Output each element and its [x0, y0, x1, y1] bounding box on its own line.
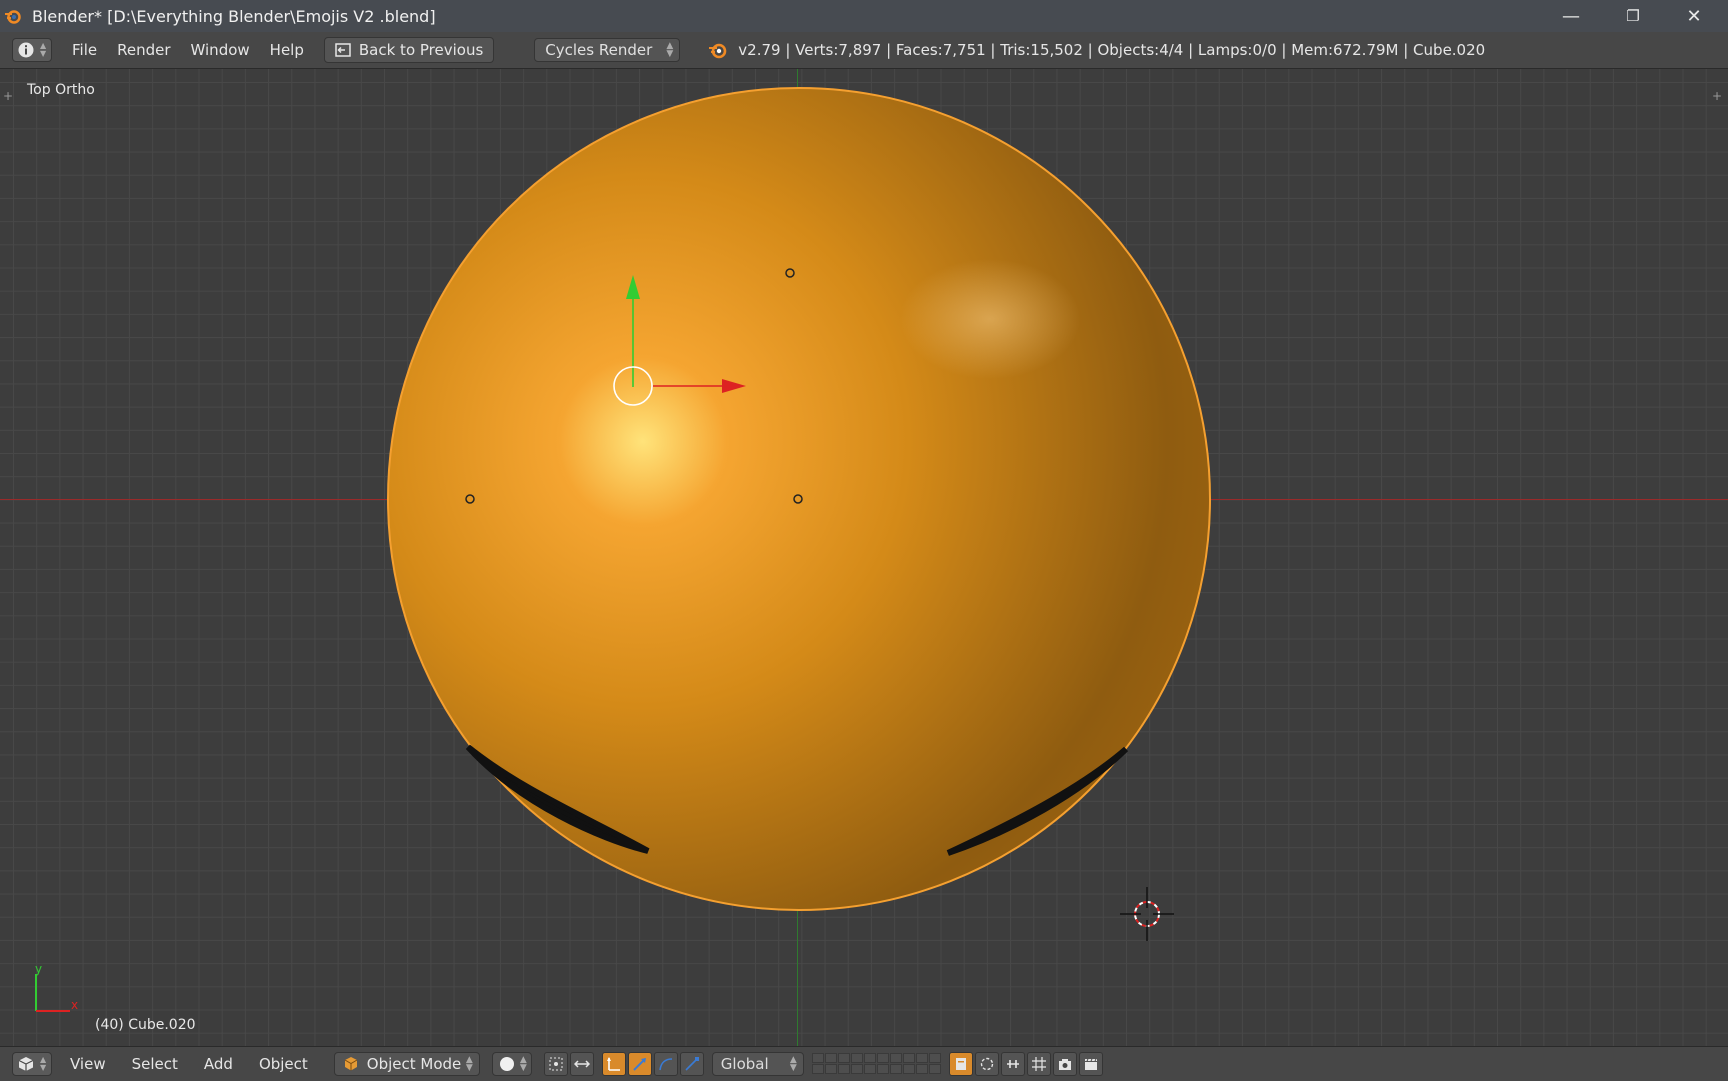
proportional-edit-button[interactable]	[974, 1052, 999, 1076]
updown-arrows-icon: ▲ ▼	[465, 1055, 473, 1073]
translate-icon	[633, 1058, 646, 1071]
back-to-previous-label: Back to Previous	[358, 41, 484, 59]
transform-orientation-label: Global	[720, 1055, 769, 1073]
updown-arrows-icon: ▲ ▼	[519, 1055, 527, 1073]
camera-icon	[1058, 1059, 1071, 1070]
axis-widget	[35, 974, 70, 1012]
manipulate-center-button[interactable]	[569, 1052, 594, 1076]
close-icon: ✕	[1686, 5, 1702, 27]
menu-render[interactable]: Render	[117, 41, 170, 59]
info-icon	[18, 42, 34, 58]
rotate-manipulator-button[interactable]	[653, 1052, 678, 1076]
scale-icon	[685, 1057, 699, 1071]
solid-shading-icon	[499, 1057, 514, 1071]
viewport-shading-select[interactable]: ▲ ▼	[491, 1052, 532, 1076]
active-object-label: (40) Cube.020	[95, 1017, 196, 1033]
3d-cursor-icon[interactable]	[1120, 887, 1174, 941]
info-header: ▲ ▼ File Render Window Help Back to Previ…	[0, 32, 1728, 69]
3d-view-icon	[18, 1057, 34, 1071]
axis-widget-x-label: x	[71, 998, 79, 1012]
snap-toggle-button[interactable]	[1000, 1052, 1025, 1076]
updown-arrows-icon: ▲ ▼	[40, 41, 47, 58]
arrows-horizontal-icon	[573, 1060, 590, 1068]
back-icon	[335, 43, 351, 57]
back-to-previous-button[interactable]: Back to Previous	[323, 37, 495, 63]
menu-add[interactable]: Add	[204, 1055, 233, 1073]
menu-help[interactable]: Help	[270, 41, 304, 59]
layers-lock-icon	[955, 1058, 966, 1070]
blender-logo-icon	[709, 43, 727, 59]
layer-block[interactable]	[876, 1053, 941, 1075]
manipulator-icon	[606, 1057, 620, 1071]
object-mode-icon	[344, 1057, 358, 1071]
menu-view[interactable]: View	[70, 1055, 106, 1073]
menu-window[interactable]: Window	[191, 41, 250, 59]
interaction-mode-label: Object Mode	[366, 1055, 462, 1073]
pivot-point-button[interactable]	[543, 1052, 568, 1076]
pivot-icon	[549, 1057, 563, 1071]
minimize-button[interactable]: —	[1541, 0, 1601, 32]
scale-manipulator-button[interactable]	[679, 1052, 704, 1076]
clapperboard-icon	[1084, 1058, 1097, 1070]
transform-orientation-select[interactable]: Global ▲ ▼	[711, 1052, 804, 1076]
menu-file[interactable]: File	[72, 41, 97, 59]
close-button[interactable]: ✕	[1664, 0, 1724, 32]
restore-icon: ❐	[1626, 7, 1640, 25]
3d-view-header: ▲ ▼ View Select Add Object Object Mode ▲ ▼…	[0, 1046, 1728, 1081]
snap-icon	[1006, 1060, 1019, 1068]
layer-block[interactable]	[811, 1053, 876, 1075]
snap-grid-icon	[1031, 1057, 1046, 1071]
editor-type-button[interactable]: ▲ ▼	[12, 1052, 52, 1076]
proportional-edit-icon	[980, 1057, 993, 1071]
updown-arrows-icon: ▲ ▼	[666, 41, 674, 59]
interaction-mode-select[interactable]: Object Mode ▲ ▼	[333, 1052, 480, 1076]
minimize-icon: —	[1562, 5, 1580, 27]
updown-arrows-icon: ▲ ▼	[40, 1055, 47, 1072]
3d-viewport[interactable]: + + Top Ortho y x (40) Cube.020	[0, 69, 1728, 1046]
title-bar: Blender* [D:\Everything Blender\Emojis V…	[0, 0, 1728, 32]
render-opengl-button[interactable]	[1052, 1052, 1077, 1076]
menu-object[interactable]: Object	[259, 1055, 308, 1073]
render-engine-label: Cycles Render	[545, 41, 653, 59]
translate-manipulator-button[interactable]	[627, 1052, 652, 1076]
menu-select[interactable]: Select	[132, 1055, 178, 1073]
blender-logo-icon	[2, 5, 24, 27]
snap-element-button[interactable]	[1026, 1052, 1051, 1076]
lock-camera-layers-button[interactable]	[948, 1052, 973, 1076]
window-title: Blender* [D:\Everything Blender\Emojis V…	[32, 6, 436, 26]
scene-stats: v2.79 | Verts:7,897 | Faces:7,751 | Tris…	[738, 41, 1486, 59]
axis-widget-y-label: y	[35, 962, 43, 976]
layer-buttons[interactable]	[811, 1053, 941, 1075]
render-animation-button[interactable]	[1078, 1052, 1103, 1076]
scene-canvas	[35, 87, 1211, 1012]
updown-arrows-icon: ▲ ▼	[789, 1055, 797, 1073]
manipulator-toggle-button[interactable]	[601, 1052, 626, 1076]
rotate-icon	[659, 1058, 672, 1071]
specular-highlight	[900, 259, 1080, 379]
restore-button[interactable]: ❐	[1603, 0, 1663, 32]
render-engine-select[interactable]: Cycles Render ▲ ▼	[534, 38, 681, 62]
editor-type-button[interactable]: ▲ ▼	[12, 38, 52, 62]
